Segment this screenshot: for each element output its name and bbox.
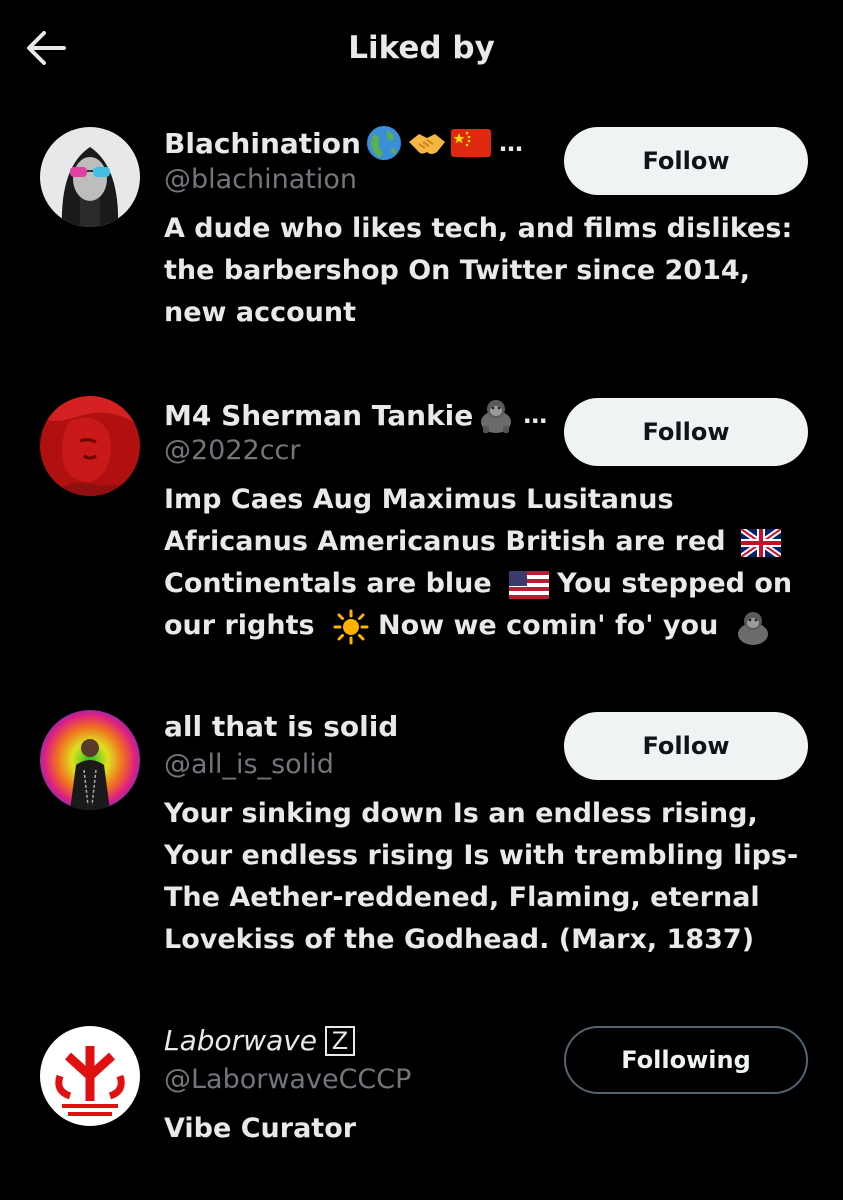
gorilla-icon [481, 400, 512, 433]
avatar[interactable] [40, 1026, 140, 1126]
avatar[interactable] [40, 127, 140, 227]
globe-icon [366, 126, 401, 160]
china-flag-icon [450, 129, 491, 157]
display-name[interactable]: M4 Sherman Tankie … [164, 396, 547, 434]
bio-line: our rights Now we comin' fo' you [164, 605, 804, 647]
gorilla-icon [737, 611, 768, 645]
user-handle: @blachination [164, 164, 358, 195]
top-bar: Liked by [0, 0, 843, 100]
user-bio: Vibe Curator [164, 1113, 357, 1144]
follow-button[interactable]: Follow [564, 712, 808, 780]
page-title: Liked by [348, 30, 495, 66]
display-name[interactable]: Laborwave Z [164, 1024, 356, 1057]
z-badge-icon: Z [325, 1025, 356, 1056]
user-handle: @LaborwaveCCCP [164, 1064, 412, 1095]
display-name[interactable]: Blachination … [164, 124, 523, 162]
display-name[interactable]: all that is solid [164, 710, 398, 743]
us-flag-icon [509, 570, 550, 599]
bio-line: Africanus Americanus British are red [164, 521, 804, 563]
truncation-ellipsis: … [498, 129, 523, 157]
user-bio: Your sinking down Is an endless rising, … [164, 798, 799, 955]
bio-line: Imp Caes Aug Maximus Lusitanus [164, 484, 674, 515]
avatar[interactable] [40, 396, 140, 496]
truncation-ellipsis: … [523, 401, 548, 429]
follow-button[interactable]: Follow [564, 398, 808, 466]
uk-flag-icon [741, 528, 782, 557]
user-handle: @2022ccr [164, 435, 301, 466]
following-button[interactable]: Following [564, 1026, 808, 1094]
bio-line: Continentals are blue You stepped on [164, 568, 793, 599]
user-bio: A dude who likes tech, and films dislike… [164, 213, 793, 328]
handshake-icon [408, 134, 445, 154]
avatar[interactable] [40, 710, 140, 810]
user-handle: @all_is_solid [164, 749, 334, 780]
sun-icon [333, 609, 369, 644]
follow-button[interactable]: Follow [564, 127, 808, 195]
user-bio: Imp Caes Aug Maximus Lusitanus Africanus… [164, 479, 804, 647]
